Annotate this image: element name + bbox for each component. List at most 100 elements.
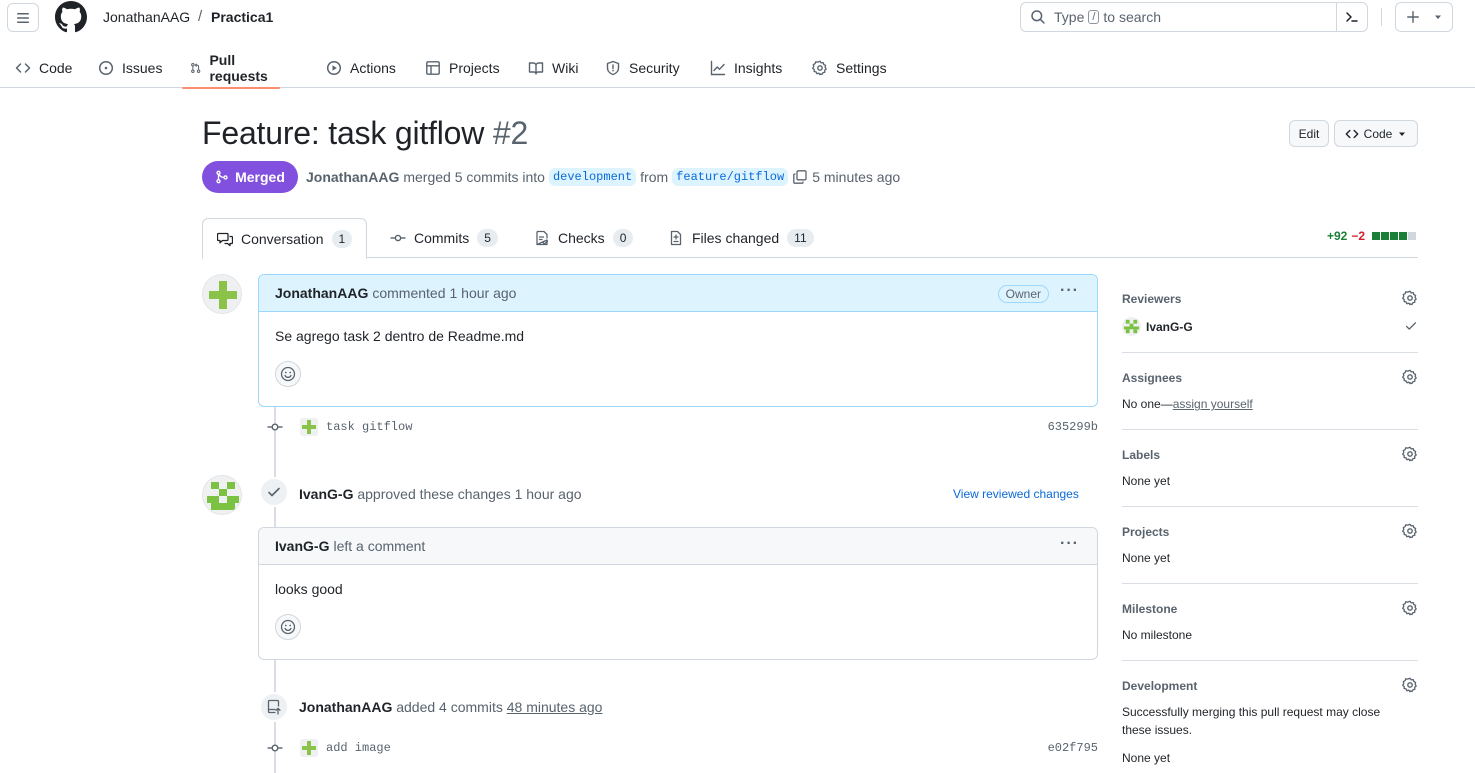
global-header: JonathanAAG / Practica1 Type / to search… <box>0 0 1475 89</box>
tab-security-label: Security <box>629 60 680 76</box>
gear-icon[interactable] <box>1402 446 1418 462</box>
comment-author[interactable]: IvanG-G <box>275 538 329 554</box>
diffstat[interactable]: +92 −2 <box>1327 229 1416 243</box>
tab-projects[interactable]: Projects <box>425 48 500 88</box>
assign-yourself-link[interactable]: assign yourself <box>1173 397 1253 411</box>
avatar[interactable] <box>202 274 242 314</box>
tab-files-changed[interactable]: Files changed 11 <box>668 218 814 258</box>
tab-wiki[interactable]: Wiki <box>528 48 578 88</box>
comment-text: looks good <box>275 581 343 597</box>
commit-sha[interactable]: 635299b <box>1048 420 1098 434</box>
edit-button[interactable]: Edit <box>1289 120 1329 147</box>
labels-value: None yet <box>1122 474 1171 488</box>
tab-commits[interactable]: Commits 5 <box>390 218 498 258</box>
avatar[interactable] <box>202 475 242 515</box>
review-time[interactable]: 1 hour ago <box>515 486 582 502</box>
sidebar-heading: Development <box>1122 679 1198 693</box>
tab-issues[interactable]: Issues <box>98 48 162 88</box>
view-reviewed-changes-link[interactable]: View reviewed changes <box>953 487 1079 501</box>
head-branch[interactable]: feature/gitflow <box>672 168 789 186</box>
commit-message[interactable]: add image <box>326 741 391 755</box>
gear-icon[interactable] <box>1402 290 1418 306</box>
commit-sha[interactable]: e02f795 <box>1048 741 1098 755</box>
gear-icon[interactable] <box>1402 677 1418 693</box>
gear-icon[interactable] <box>1402 369 1418 385</box>
tab-conversation[interactable]: Conversation 1 <box>202 218 368 259</box>
copy-icon[interactable] <box>792 169 808 185</box>
tab-actions[interactable]: Actions <box>326 48 396 88</box>
pull-request-icon <box>191 63 201 73</box>
search-icon <box>1031 10 1045 24</box>
check-icon <box>268 487 280 497</box>
push-event: JonathanAAG added 4 commits 48 minutes a… <box>299 699 602 715</box>
graph-icon <box>710 60 726 76</box>
repo-name-link[interactable]: Practica1 <box>211 9 273 25</box>
reviewer-name: IvanG-G <box>1146 319 1193 334</box>
pr-title-text: Feature: task gitflow <box>202 115 485 151</box>
tab-settings[interactable]: Settings <box>812 48 887 88</box>
sidebar-labels: Labels None yet <box>1122 446 1418 507</box>
code-dropdown-button[interactable]: Code <box>1334 120 1418 147</box>
push-time[interactable]: 48 minutes ago <box>507 699 603 715</box>
comment-action: commented <box>372 285 446 301</box>
breadcrumb-separator: / <box>198 8 203 25</box>
comment-time[interactable]: 1 hour ago <box>450 285 517 301</box>
check-icon <box>1405 322 1417 330</box>
play-icon <box>326 60 342 76</box>
repo-push-icon <box>267 699 281 715</box>
push-author[interactable]: JonathanAAG <box>299 699 392 715</box>
command-palette-button[interactable] <box>1336 3 1367 31</box>
table-icon <box>426 61 440 75</box>
assignees-value: No one—assign yourself <box>1122 397 1253 411</box>
pr-number: #2 <box>492 115 529 151</box>
tab-pull-requests[interactable]: Pull requests <box>182 48 281 89</box>
tab-pull-requests-label: Pull requests <box>209 52 268 84</box>
add-reaction-button[interactable] <box>275 614 301 640</box>
add-reaction-button[interactable] <box>275 361 301 387</box>
avatar[interactable] <box>300 418 318 436</box>
kebab-horizontal-icon[interactable]: ··· <box>1060 536 1079 552</box>
github-logo-icon[interactable] <box>55 1 87 33</box>
tab-checks[interactable]: Checks 0 <box>534 218 634 258</box>
comment-header: JonathanAAG commented 1 hour ago Owner ·… <box>259 275 1097 312</box>
projects-value: None yet <box>1122 551 1171 565</box>
tab-code[interactable]: Code <box>15 48 72 88</box>
sidebar-reviewers: Reviewers IvanG-G <box>1122 290 1418 353</box>
comment-card: JonathanAAG commented 1 hour ago Owner ·… <box>258 274 1098 407</box>
header-divider <box>1381 8 1382 26</box>
base-branch[interactable]: development <box>548 168 637 186</box>
commit-message[interactable]: task gitflow <box>326 420 412 434</box>
pr-author-link[interactable]: JonathanAAG <box>306 169 399 185</box>
diffstat-block-add <box>1381 232 1389 240</box>
review-author[interactable]: IvanG-G <box>299 486 353 502</box>
hamburger-icon <box>17 12 29 23</box>
search-input[interactable]: Type / to search <box>1020 2 1368 32</box>
milestone-value: No milestone <box>1122 628 1193 642</box>
gear-icon[interactable] <box>1402 523 1418 539</box>
menu-button[interactable] <box>7 3 39 32</box>
tab-insights[interactable]: Insights <box>710 48 782 88</box>
kebab-horizontal-icon[interactable]: ··· <box>1060 283 1079 299</box>
repo-owner-link[interactable]: JonathanAAG <box>103 9 190 25</box>
conversation-count: 1 <box>331 229 353 248</box>
push-badge <box>259 692 289 722</box>
tab-wiki-label: Wiki <box>552 60 579 76</box>
merged-state-badge: Merged <box>202 161 298 193</box>
commit-row: task gitflow 635299b <box>266 417 1098 437</box>
checks-count: 0 <box>612 229 634 247</box>
code-icon <box>15 63 31 73</box>
pr-tabs: Conversation 1 Commits 5 Checks 0 Files … <box>202 218 1418 259</box>
deletions-count: −2 <box>1351 229 1365 243</box>
avatar[interactable] <box>300 739 318 757</box>
active-tab-underline <box>182 87 281 89</box>
development-value: None yet <box>1122 751 1171 765</box>
triangle-down-icon <box>1435 15 1441 19</box>
tab-insights-label: Insights <box>734 60 783 76</box>
comment-author[interactable]: JonathanAAG <box>275 285 368 301</box>
development-note-line2: these issues. <box>1122 723 1193 737</box>
sidebar-projects: Projects None yet <box>1122 523 1418 584</box>
gear-icon[interactable] <box>1402 600 1418 616</box>
tab-security[interactable]: Security <box>605 48 680 88</box>
create-new-button[interactable] <box>1395 2 1453 32</box>
reviewer-item[interactable]: IvanG-G <box>1122 317 1193 336</box>
